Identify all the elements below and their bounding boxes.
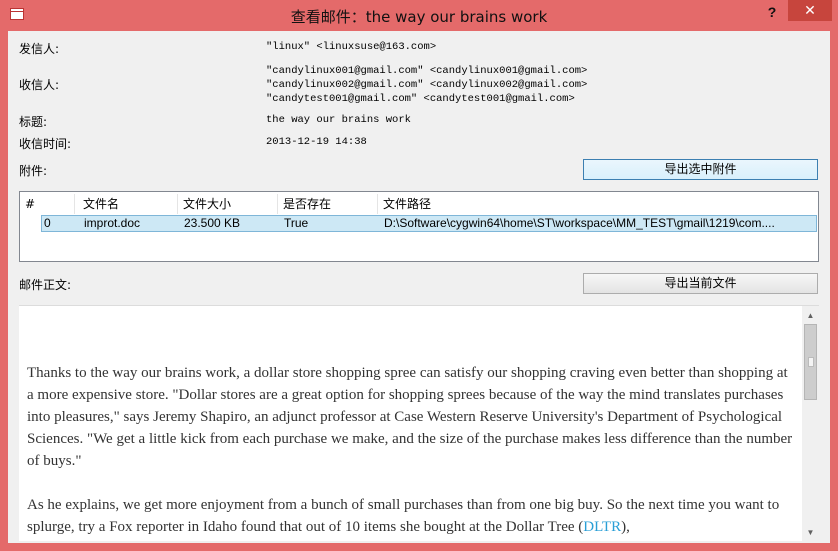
to-label: 收信人:: [19, 78, 60, 92]
column-header-filesize[interactable]: 文件大小: [178, 194, 278, 214]
subject-value: the way our brains work: [266, 114, 411, 126]
cell-filename: improt.doc: [84, 216, 141, 230]
from-value: "linux" <linuxsuse@163.com>: [266, 41, 437, 53]
column-header-filename[interactable]: 文件名: [78, 194, 178, 214]
subject-label: 标题:: [19, 115, 48, 129]
from-label: 发信人:: [19, 42, 60, 56]
column-header-path[interactable]: 文件路径: [378, 194, 818, 214]
column-header-index[interactable]: #: [20, 194, 75, 214]
body-paragraph-text: As he explains, we get more enjoyment fr…: [27, 497, 780, 535]
attachments-label: 附件:: [19, 164, 48, 178]
mail-body-label: 邮件正文:: [19, 278, 72, 292]
cell-index: 0: [44, 216, 51, 230]
received-time-label: 收信时间:: [19, 137, 72, 151]
scrollbar-grip-icon: [808, 357, 814, 367]
cell-filesize: 23.500 KB: [184, 216, 241, 230]
body-paragraph: As he explains, we get more enjoyment fr…: [27, 494, 797, 538]
to-value-3: "candytest001@gmail.com" <candytest001@g…: [266, 93, 575, 105]
vertical-scrollbar[interactable]: ▲ ▼: [802, 306, 819, 541]
table-row[interactable]: 0 improt.doc 23.500 KB True D:\Software\…: [41, 215, 817, 232]
cell-exists: True: [284, 216, 309, 230]
column-header-exists[interactable]: 是否存在: [278, 194, 378, 214]
export-selected-attachment-button[interactable]: 导出选中附件: [583, 159, 818, 180]
mail-viewer-window: 查看邮件：the way our brains work ? ✕ 发信人: "l…: [0, 0, 838, 551]
export-current-file-button[interactable]: 导出当前文件: [583, 273, 818, 294]
dialog-content: 发信人: "linux" <linuxsuse@163.com> 收信人: "c…: [8, 31, 830, 543]
cell-path: D:\Software\cygwin64\home\ST\workspace\M…: [384, 216, 775, 230]
body-paragraph-text-end: ),: [621, 519, 630, 535]
scrollbar-thumb[interactable]: [804, 324, 817, 400]
window-title: 查看邮件：the way our brains work: [290, 8, 548, 26]
help-button[interactable]: ?: [760, 2, 784, 22]
mail-body-text: Thanks to the way our brains work, a dol…: [27, 362, 797, 541]
to-value-2: "candylinux002@gmail.com" <candylinux002…: [266, 79, 588, 91]
attachments-table[interactable]: # 文件名 文件大小 是否存在 文件路径 0 improt.doc 23.500…: [19, 191, 819, 262]
body-paragraph: Thanks to the way our brains work, a dol…: [27, 365, 793, 469]
received-time-value: 2013-12-19 14:38: [266, 136, 367, 148]
table-header: # 文件名 文件大小 是否存在 文件路径: [20, 194, 818, 214]
mail-body-view[interactable]: Thanks to the way our brains work, a dol…: [19, 305, 819, 541]
ticker-link[interactable]: DLTR: [583, 519, 621, 535]
close-button[interactable]: ✕: [788, 0, 832, 21]
scroll-down-arrow-icon[interactable]: ▼: [802, 525, 819, 540]
title-bar[interactable]: 查看邮件：the way our brains work ? ✕: [0, 0, 838, 31]
to-value-1: "candylinux001@gmail.com" <candylinux001…: [266, 65, 588, 77]
scroll-up-arrow-icon[interactable]: ▲: [802, 308, 819, 323]
